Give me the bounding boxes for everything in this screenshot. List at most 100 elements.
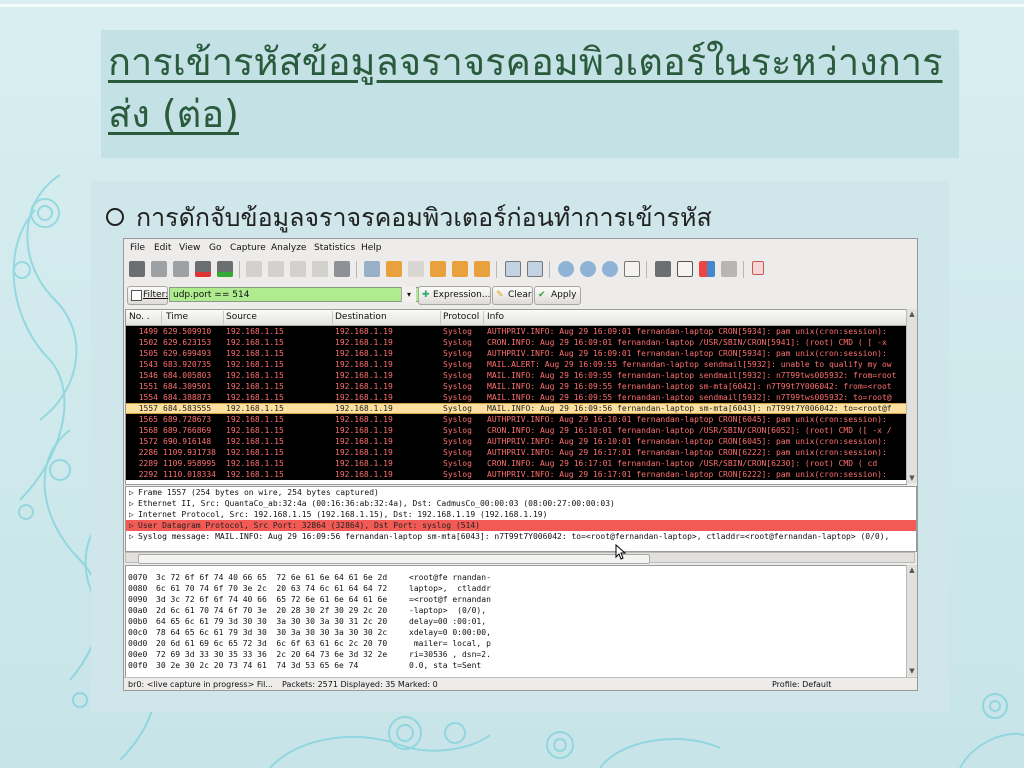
packet-row[interactable]: 1572 690.916148 192.168.1.15 192.168.1.19 Sy… <box>126 436 906 447</box>
filter-history-dropdown[interactable]: ▾ <box>401 287 416 302</box>
colorize-icon[interactable] <box>505 261 521 277</box>
expand-arrow-icon[interactable]: ▷ <box>129 520 138 531</box>
open-file-icon[interactable] <box>246 261 262 277</box>
normal-size-icon[interactable] <box>602 261 618 277</box>
clear-button[interactable]: ✎ Clear <box>492 286 533 305</box>
hex-row[interactable]: 00c0 78 64 65 6c 61 79 3d 30 30 3a 30 30 … <box>126 627 906 638</box>
packet-protocol: Syslog <box>443 404 472 413</box>
filter-button[interactable]: Filter: <box>127 286 168 305</box>
menu-go[interactable]: Go <box>209 243 221 253</box>
packet-row[interactable]: 1551 684.309501 192.168.1.15 192.168.1.19 Sy… <box>126 381 906 392</box>
packet-row[interactable]: 1557 684.583555 192.168.1.15 192.168.1.19 Sy… <box>126 403 906 414</box>
detail-tree-row[interactable]: ▷ Syslog message: MAIL.INFO: Aug 29 16:09… <box>126 531 916 542</box>
go-to-packet-icon[interactable] <box>430 261 446 277</box>
menu-view[interactable]: View <box>179 243 200 253</box>
menu-statistics[interactable]: Statistics <box>314 243 355 253</box>
scroll-down-icon[interactable]: ▼ <box>907 666 917 676</box>
hex-row[interactable]: 00b0 64 65 6c 61 79 3d 30 30 3a 30 30 3a … <box>126 616 906 627</box>
packet-destination: 192.168.1.19 <box>335 404 393 413</box>
close-file-icon[interactable] <box>290 261 306 277</box>
packet-row[interactable]: 1565 689.728673 192.168.1.15 192.168.1.19 Sy… <box>126 414 906 425</box>
display-filters-icon[interactable] <box>677 261 693 277</box>
go-back-icon[interactable] <box>386 261 402 277</box>
packet-row[interactable]: 1568 689.766869 192.168.1.15 192.168.1.19 Sy… <box>126 425 906 436</box>
expand-arrow-icon[interactable]: ▷ <box>129 487 138 498</box>
bullet-text: การดักจับข้อมูลจราจรคอมพิวเตอร์ก่อนทำการ… <box>136 203 712 232</box>
apply-button[interactable]: ✔ Apply <box>534 286 581 305</box>
column-no[interactable]: No. . <box>129 312 150 322</box>
reload-icon[interactable] <box>312 261 328 277</box>
details-horizontal-scrollbar[interactable] <box>125 552 915 564</box>
save-file-icon[interactable] <box>268 261 284 277</box>
expand-arrow-icon[interactable]: ▷ <box>129 498 138 509</box>
column-source[interactable]: Source <box>226 312 257 322</box>
main-toolbar <box>124 258 917 282</box>
detail-tree-row[interactable]: ▷ Frame 1557 (254 bytes on wire, 254 byte… <box>126 487 916 498</box>
go-first-icon[interactable] <box>452 261 468 277</box>
detail-tree-row[interactable]: ▷ Ethernet II, Src: QuantaCo_ab:32:4a (00… <box>126 498 916 509</box>
packet-row[interactable]: 1543 683.920735 192.168.1.15 192.168.1.19 Sy… <box>126 359 906 370</box>
profile-status[interactable]: Profile: Default <box>772 678 831 690</box>
packet-row[interactable]: 1546 684.005803 192.168.1.15 192.168.1.19 Sy… <box>126 370 906 381</box>
menu-edit[interactable]: Edit <box>154 243 171 253</box>
resize-columns-icon[interactable] <box>624 261 640 277</box>
hex-row[interactable]: 00a0 2d 6c 61 70 74 6f 70 3e 20 28 30 2f … <box>126 605 906 616</box>
stop-capture-icon[interactable] <box>195 261 211 277</box>
packet-row[interactable]: 2289 1109.958995 192.168.1.15 192.168.1.19 S… <box>126 458 906 469</box>
zoom-out-icon[interactable] <box>580 261 596 277</box>
packet-details-pane[interactable]: ▷ Frame 1557 (254 bytes on wire, 254 byte… <box>125 486 917 552</box>
packet-row[interactable]: 1554 684.388873 192.168.1.15 192.168.1.19 Sy… <box>126 392 906 403</box>
detail-tree-row[interactable]: ▷ User Datagram Protocol, Src Port: 32864… <box>126 520 916 531</box>
packet-no: 1568 <box>138 426 158 435</box>
go-last-icon[interactable] <box>474 261 490 277</box>
help-icon[interactable] <box>752 261 764 275</box>
packet-row[interactable]: 2292 1110.018334 192.168.1.15 192.168.1.19 S… <box>126 469 906 480</box>
hex-row[interactable]: 0070 3c 72 6f 6f 74 40 66 65 72 6e 61 6e … <box>126 572 906 583</box>
column-info[interactable]: Info <box>487 312 504 322</box>
column-protocol[interactable]: Protocol <box>443 312 479 322</box>
coloring-rules-icon[interactable] <box>699 261 715 277</box>
hex-row[interactable]: 00f0 30 2e 30 2c 20 73 74 61 74 3d 53 65 … <box>126 660 906 671</box>
hex-row[interactable]: 00e0 72 69 3d 33 30 35 33 36 2c 20 64 73 … <box>126 649 906 660</box>
packet-row[interactable]: 2286 1109.931738 192.168.1.15 192.168.1.19 S… <box>126 447 906 458</box>
column-time[interactable]: Time <box>166 312 188 322</box>
print-icon[interactable] <box>334 261 350 277</box>
scroll-up-icon[interactable]: ▲ <box>907 309 917 319</box>
menu-analyze[interactable]: Analyze <box>271 243 306 253</box>
scroll-up-icon[interactable]: ▲ <box>907 565 917 575</box>
packet-time: 629.623153 <box>163 338 212 347</box>
hex-row[interactable]: 0080 6c 61 70 74 6f 70 3e 2c 20 63 74 6c … <box>126 583 906 594</box>
detail-text: Internet Protocol, Src: 192.168.1.15 (19… <box>138 510 548 519</box>
packet-list[interactable]: No. . Time Source Destination Protocol I… <box>125 309 907 485</box>
packet-row[interactable]: 1499 629.509910 192.168.1.15 192.168.1.19 Sy… <box>126 326 906 337</box>
hex-row[interactable]: 0090 3d 3c 72 6f 6f 74 40 66 65 72 6e 61 … <box>126 594 906 605</box>
scrollbar-thumb[interactable] <box>138 554 650 564</box>
packet-time: 1109.931738 <box>163 448 216 457</box>
column-destination[interactable]: Destination <box>335 312 387 322</box>
capture-options-icon[interactable] <box>151 261 167 277</box>
packet-list-scrollbar[interactable]: ▲ ▼ <box>906 309 917 483</box>
find-packet-icon[interactable] <box>364 261 380 277</box>
preferences-icon[interactable] <box>721 261 737 277</box>
expression-button[interactable]: ✚ Expression... <box>418 286 491 305</box>
bytes-scrollbar[interactable]: ▲ ▼ <box>906 565 917 676</box>
scroll-down-icon[interactable]: ▼ <box>907 473 917 483</box>
expand-arrow-icon[interactable]: ▷ <box>129 531 138 542</box>
go-forward-icon[interactable] <box>408 261 424 277</box>
hex-row[interactable]: 00d0 20 6d 61 69 6c 65 72 3d 6c 6f 63 61 … <box>126 638 906 649</box>
detail-tree-row[interactable]: ▷ Internet Protocol, Src: 192.168.1.15 (1… <box>126 509 916 520</box>
menu-help[interactable]: Help <box>361 243 382 253</box>
packet-bytes-pane[interactable]: 0070 3c 72 6f 6f 74 40 66 65 72 6e 61 6e … <box>125 565 907 678</box>
packet-time: 684.005803 <box>163 371 212 380</box>
interface-list-icon[interactable] <box>129 261 145 277</box>
expand-arrow-icon[interactable]: ▷ <box>129 509 138 520</box>
auto-scroll-icon[interactable] <box>527 261 543 277</box>
start-capture-icon[interactable] <box>173 261 189 277</box>
zoom-in-icon[interactable] <box>558 261 574 277</box>
restart-capture-icon[interactable] <box>217 261 233 277</box>
menu-capture[interactable]: Capture <box>230 243 266 253</box>
packet-row[interactable]: 1505 629.699493 192.168.1.15 192.168.1.19 Sy… <box>126 348 906 359</box>
capture-filters-icon[interactable] <box>655 261 671 277</box>
packet-row[interactable]: 1502 629.623153 192.168.1.15 192.168.1.19 Sy… <box>126 337 906 348</box>
menu-file[interactable]: File <box>130 243 145 253</box>
